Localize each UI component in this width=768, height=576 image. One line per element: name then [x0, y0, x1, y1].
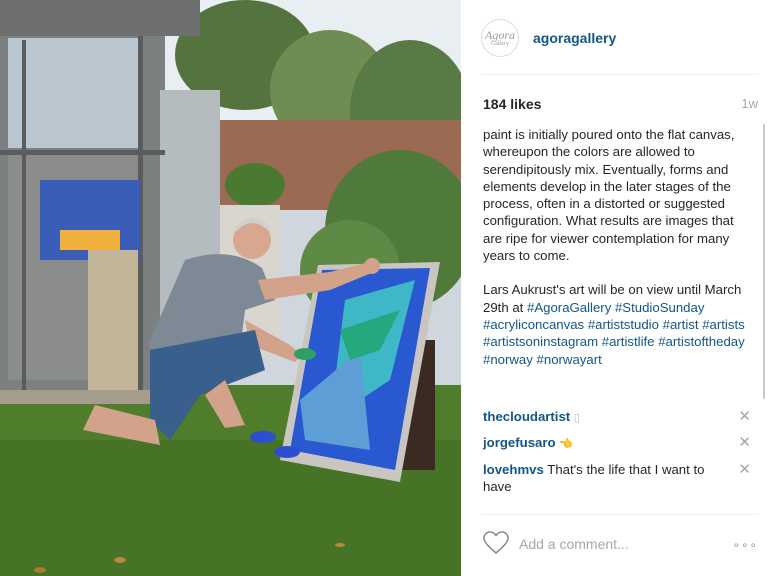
comments-list: thecloudartist ▯ ✕ jorgefusaro 👈 ✕ loveh…: [483, 408, 765, 502]
caption-scrollbar[interactable]: [763, 124, 765, 399]
divider: [481, 514, 758, 515]
comment-username[interactable]: thecloudartist: [483, 409, 570, 424]
post-timestamp[interactable]: 1w: [741, 96, 758, 111]
hashtag-link[interactable]: #norwayart: [537, 352, 602, 367]
post-caption: paint is initially poured onto the flat …: [483, 126, 745, 385]
avatar-logo-subtext: Gallery: [491, 40, 509, 47]
heart-icon[interactable]: [483, 531, 509, 560]
comment-item: thecloudartist ▯ ✕: [483, 408, 765, 427]
post-sidebar: Agora Gallery agoragallery 184 likes 1w …: [461, 0, 768, 576]
comment-emoji: ▯: [573, 412, 580, 424]
caption-paragraph-2: Lars Aukrust's art will be on view until…: [483, 281, 745, 367]
caption-paragraph: paint is initially poured onto the flat …: [483, 127, 735, 264]
avatar-logo-text: Agora: [485, 27, 515, 42]
comment-item: lovehmvs That's the life that I want to …: [483, 461, 765, 496]
hashtag-link[interactable]: #artistoftheday: [658, 334, 745, 349]
close-icon[interactable]: ✕: [738, 434, 751, 451]
hashtag-link[interactable]: #StudioSunday: [615, 300, 704, 315]
close-icon[interactable]: ✕: [738, 461, 751, 478]
comment-username[interactable]: jorgefusaro: [483, 435, 556, 450]
add-comment-input[interactable]: Add a comment...: [519, 536, 629, 552]
more-options-icon[interactable]: ∘∘∘: [732, 538, 758, 552]
likes-count[interactable]: 184 likes: [483, 96, 541, 112]
hashtag-link[interactable]: #norway: [483, 352, 533, 367]
comment-username[interactable]: lovehmvs: [483, 462, 544, 477]
avatar[interactable]: Agora Gallery: [481, 19, 519, 57]
post-photo[interactable]: [0, 0, 461, 576]
close-icon[interactable]: ✕: [738, 408, 751, 425]
hashtag-link[interactable]: #acryliconcanvas: [483, 317, 584, 332]
hashtag-link[interactable]: #artistsoninstagram: [483, 334, 598, 349]
artist-painting-photo: [0, 0, 461, 576]
comment-item: jorgefusaro 👈 ✕: [483, 434, 765, 453]
hashtag-link[interactable]: #AgoraGallery: [527, 300, 611, 315]
post-header: Agora Gallery agoragallery: [481, 18, 616, 58]
hashtag-link[interactable]: #artiststudio: [588, 317, 659, 332]
hashtag-link[interactable]: #artists: [702, 317, 745, 332]
username-link[interactable]: agoragallery: [533, 30, 616, 46]
divider: [481, 74, 758, 75]
hashtag-link[interactable]: #artist: [663, 317, 699, 332]
comment-emoji: 👈: [559, 438, 573, 451]
hashtag-link[interactable]: #artistlife: [602, 334, 655, 349]
